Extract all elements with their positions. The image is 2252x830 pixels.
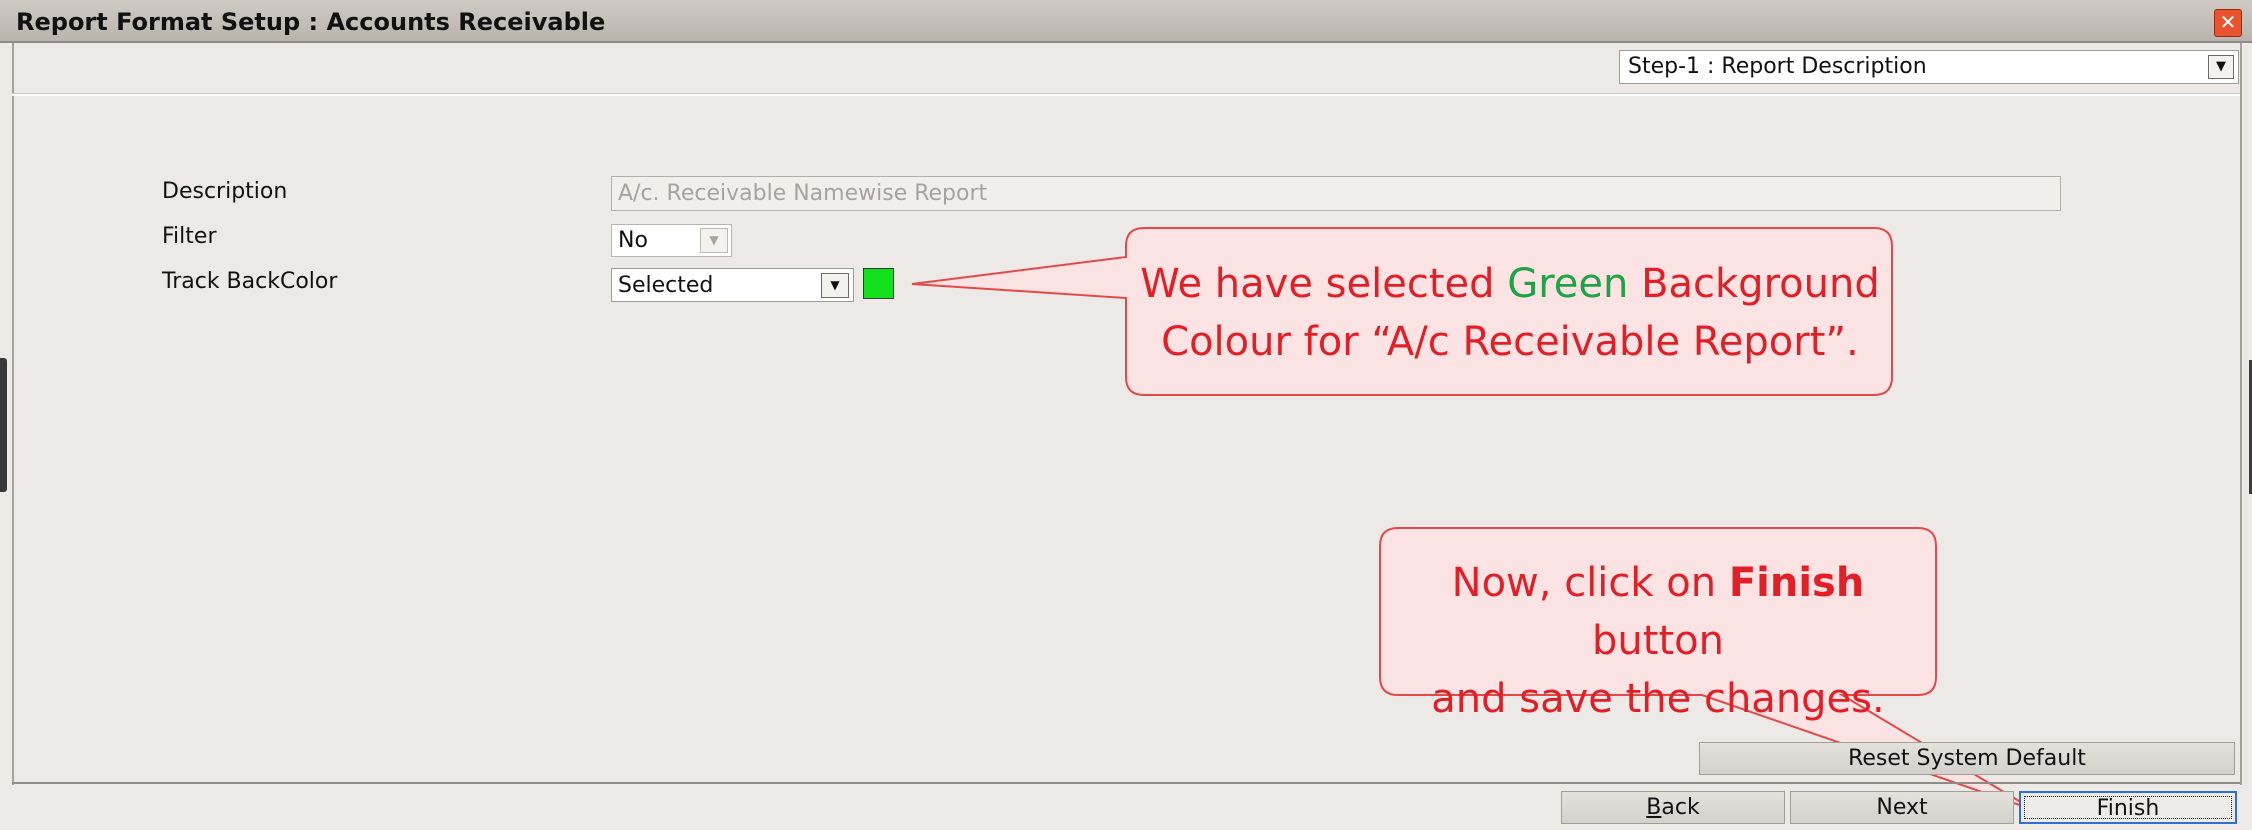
step-dropdown-value: Step-1 : Report Description <box>1628 54 1927 79</box>
filter-dropdown[interactable]: No ▼ <box>611 224 732 257</box>
chevron-down-icon[interactable]: ▼ <box>2208 55 2234 79</box>
track-backcolor-value: Selected <box>618 273 714 298</box>
callout-line2: Colour for “A/c Receivable Report”. <box>1161 319 1859 365</box>
callout-line1-suffix: Background <box>1628 261 1880 307</box>
finish-button[interactable]: Finish <box>2019 791 2237 824</box>
left-resize-handle[interactable] <box>0 358 7 492</box>
step-dropdown[interactable]: Step-1 : Report Description ▼ <box>1619 50 2239 84</box>
finish-bold-word: Finish <box>1728 560 1865 606</box>
back-label-rest: ack <box>1661 795 1700 820</box>
next-button[interactable]: Next <box>1790 791 2014 824</box>
reset-system-default-button[interactable]: Reset System Default <box>1699 742 2235 775</box>
close-icon: ✕ <box>2219 10 2237 34</box>
close-button[interactable]: ✕ <box>2214 9 2242 37</box>
header-divider <box>12 93 2240 96</box>
title-bar: Report Format Setup : Accounts Receivabl… <box>0 0 2252 43</box>
window-title: Report Format Setup : Accounts Receivabl… <box>16 8 606 36</box>
finish-line1-suffix: button <box>1592 618 1724 664</box>
back-button[interactable]: Back <box>1561 791 1785 824</box>
description-field[interactable]: A/c. Receivable Namewise Report <box>611 176 2061 211</box>
color-callout-text: We have selected Green Background Colour… <box>1130 255 1890 371</box>
callout-line1-prefix: We have selected <box>1140 261 1508 307</box>
finish-line1-prefix: Now, click on <box>1451 560 1729 606</box>
back-mnemonic: B <box>1646 795 1662 820</box>
chevron-down-icon[interactable]: ▼ <box>700 228 728 253</box>
color-swatch[interactable] <box>863 268 894 299</box>
track-backcolor-label: Track BackColor <box>162 269 338 294</box>
filter-value: No <box>618 228 648 253</box>
callout-green-word: Green <box>1507 261 1629 307</box>
filter-label: Filter <box>162 224 217 249</box>
track-backcolor-dropdown[interactable]: Selected ▼ <box>611 268 854 302</box>
chevron-down-icon[interactable]: ▼ <box>821 273 849 298</box>
description-label: Description <box>162 179 288 204</box>
footer-divider <box>12 782 2240 784</box>
finish-line2: and save the changes. <box>1431 676 1885 722</box>
finish-callout-text: Now, click on Finish button and save the… <box>1383 554 1933 728</box>
